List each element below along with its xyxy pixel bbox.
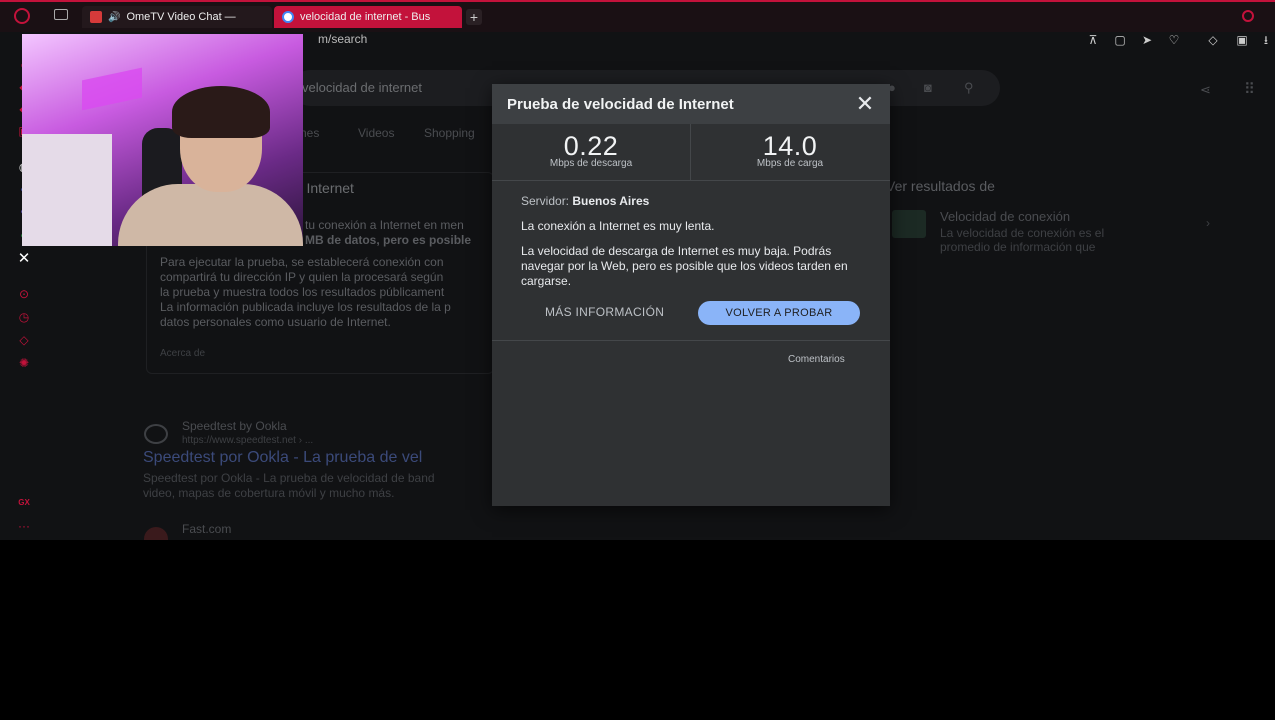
tab-label: OmeTV Video Chat — — [126, 11, 236, 23]
speed-test-dialog: Prueba de velocidad de Internet ✕ 0.22 M… — [492, 84, 890, 506]
url-field[interactable]: m/search — [318, 32, 367, 46]
chevron-right-icon[interactable]: › — [1206, 216, 1210, 231]
sidebar-extensions-icon[interactable]: ◇ — [17, 333, 31, 347]
download-icon[interactable]: ⭳ — [1260, 34, 1272, 46]
browser-window: 🔊 OmeTV Video Chat — velocidad de intern… — [0, 0, 1275, 540]
speaker-icon: 🔊 — [108, 11, 121, 23]
tab-bar: 🔊 OmeTV Video Chat — velocidad de intern… — [0, 0, 1275, 32]
related-title[interactable]: Velocidad de conexión — [940, 209, 1070, 224]
sidebar-settings-icon[interactable]: ✺ — [17, 356, 31, 370]
result-thumbnail — [892, 210, 926, 238]
feedback-link[interactable]: Comentarios — [788, 354, 845, 365]
tab-label: velocidad de internet - Bus — [300, 11, 431, 23]
result-site: Fast.com — [182, 522, 232, 536]
card-paragraph-line: la prueba y muestra todos los resultados… — [160, 285, 445, 299]
upload-label: Mbps de carga — [756, 158, 824, 169]
pin-icon[interactable]: ⊼ — [1087, 34, 1099, 46]
sidebar-history-icon[interactable]: ◷ — [17, 310, 31, 324]
camera-icon[interactable]: ◙ — [924, 80, 932, 95]
heart-icon[interactable]: ♡ — [1168, 34, 1180, 46]
tab-controller-icon[interactable] — [54, 9, 68, 20]
tab-search-results[interactable]: velocidad de internet - Bus — [274, 6, 462, 28]
about-link[interactable]: Acerca de — [160, 346, 205, 361]
result-snippet: video, mapas de cobertura móvil y mucho … — [143, 486, 395, 500]
sidebar-gx-label[interactable]: GX — [17, 496, 31, 510]
related-desc: La velocidad de conexión es el — [940, 226, 1105, 240]
ometv-favicon-icon — [90, 11, 102, 23]
speedtest-favicon-icon — [144, 424, 168, 444]
google-favicon-icon — [282, 11, 294, 23]
avatar[interactable]: ▣ — [1236, 34, 1248, 46]
slow-connection-message: La conexión a Internet es muy lenta. — [521, 219, 715, 233]
dialog-divider — [492, 340, 890, 341]
search-icon[interactable]: ⚲ — [964, 80, 974, 96]
result-snippet: Speedtest por Ookla - La prueba de veloc… — [143, 471, 435, 485]
result-title-link[interactable]: Speedtest por Ookla - La prueba de vel — [143, 450, 422, 466]
related-desc: promedio de información que — [940, 240, 1096, 254]
webcam-person-hair — [172, 86, 270, 138]
speed-metrics: 0.22 Mbps de descarga 14.0 Mbps de carga — [492, 124, 890, 181]
fast-favicon-icon — [144, 527, 168, 540]
tab-videos[interactable]: Videos — [358, 126, 394, 140]
letterbox-area — [0, 540, 1275, 720]
server-label: Servidor: — [521, 194, 570, 208]
sidebar-x-icon[interactable]: ✕ — [17, 251, 31, 266]
dialog-title: Prueba de velocidad de Internet — [507, 96, 734, 113]
sidebar-more-icon[interactable]: ··· — [17, 519, 31, 533]
card-line: tu conexión a Internet en men — [305, 218, 464, 232]
dialog-header: Prueba de velocidad de Internet ✕ — [492, 84, 890, 124]
sidebar-player-icon[interactable]: ⊙ — [17, 287, 31, 301]
share-icon[interactable]: ⋖ — [1200, 82, 1211, 98]
card-line: MB de datos, pero es posible — [305, 233, 472, 247]
server-value: Buenos Aires — [572, 194, 650, 208]
search-query[interactable]: velocidad de internet — [302, 80, 422, 95]
webcam-shelf — [82, 67, 142, 111]
more-info-button[interactable]: MÁS INFORMACIÓN — [545, 305, 664, 319]
card-paragraph-line: datos personales como usuario de Interne… — [160, 315, 391, 329]
download-label: Mbps de descarga — [549, 158, 633, 169]
tab-search-icon[interactable] — [1242, 10, 1254, 22]
new-tab-button[interactable]: + — [466, 9, 482, 25]
close-icon[interactable]: ✕ — [853, 92, 877, 116]
card-paragraph-line: compartirá tu dirección IP y quien la pr… — [160, 270, 444, 284]
card-paragraph-line: La información publicada incluye los res… — [160, 300, 451, 314]
tab-ometv[interactable]: 🔊 OmeTV Video Chat — — [82, 6, 272, 28]
result-site: Speedtest by Ookla — [182, 419, 287, 433]
detail-message: La velocidad de descarga de Internet es … — [521, 244, 848, 288]
opera-gx-logo-icon[interactable] — [14, 8, 30, 24]
retry-button[interactable]: VOLVER A PROBAR — [698, 301, 860, 325]
download-metric: 0.22 Mbps de descarga — [492, 124, 691, 180]
server-info: Servidor: Buenos Aires — [521, 194, 649, 208]
webcam-drawers — [22, 134, 112, 246]
extensions-icon[interactable]: ◇ — [1207, 34, 1219, 46]
send-icon[interactable]: ➤ — [1141, 34, 1153, 46]
see-results-heading: Ver resultados de — [886, 178, 995, 194]
webcam-overlay — [22, 34, 303, 246]
result-url: https://www.speedtest.net › ... — [182, 435, 314, 446]
snapshot-icon[interactable]: ▢ — [1114, 34, 1126, 46]
webcam-person-body — [118, 184, 303, 246]
upload-metric: 14.0 Mbps de carga — [691, 124, 889, 180]
card-paragraph-line: Para ejecutar la prueba, se establecerá … — [160, 255, 444, 269]
tab-shopping[interactable]: Shopping — [424, 126, 475, 140]
apps-grid-icon[interactable]: ⠿ — [1244, 80, 1255, 98]
